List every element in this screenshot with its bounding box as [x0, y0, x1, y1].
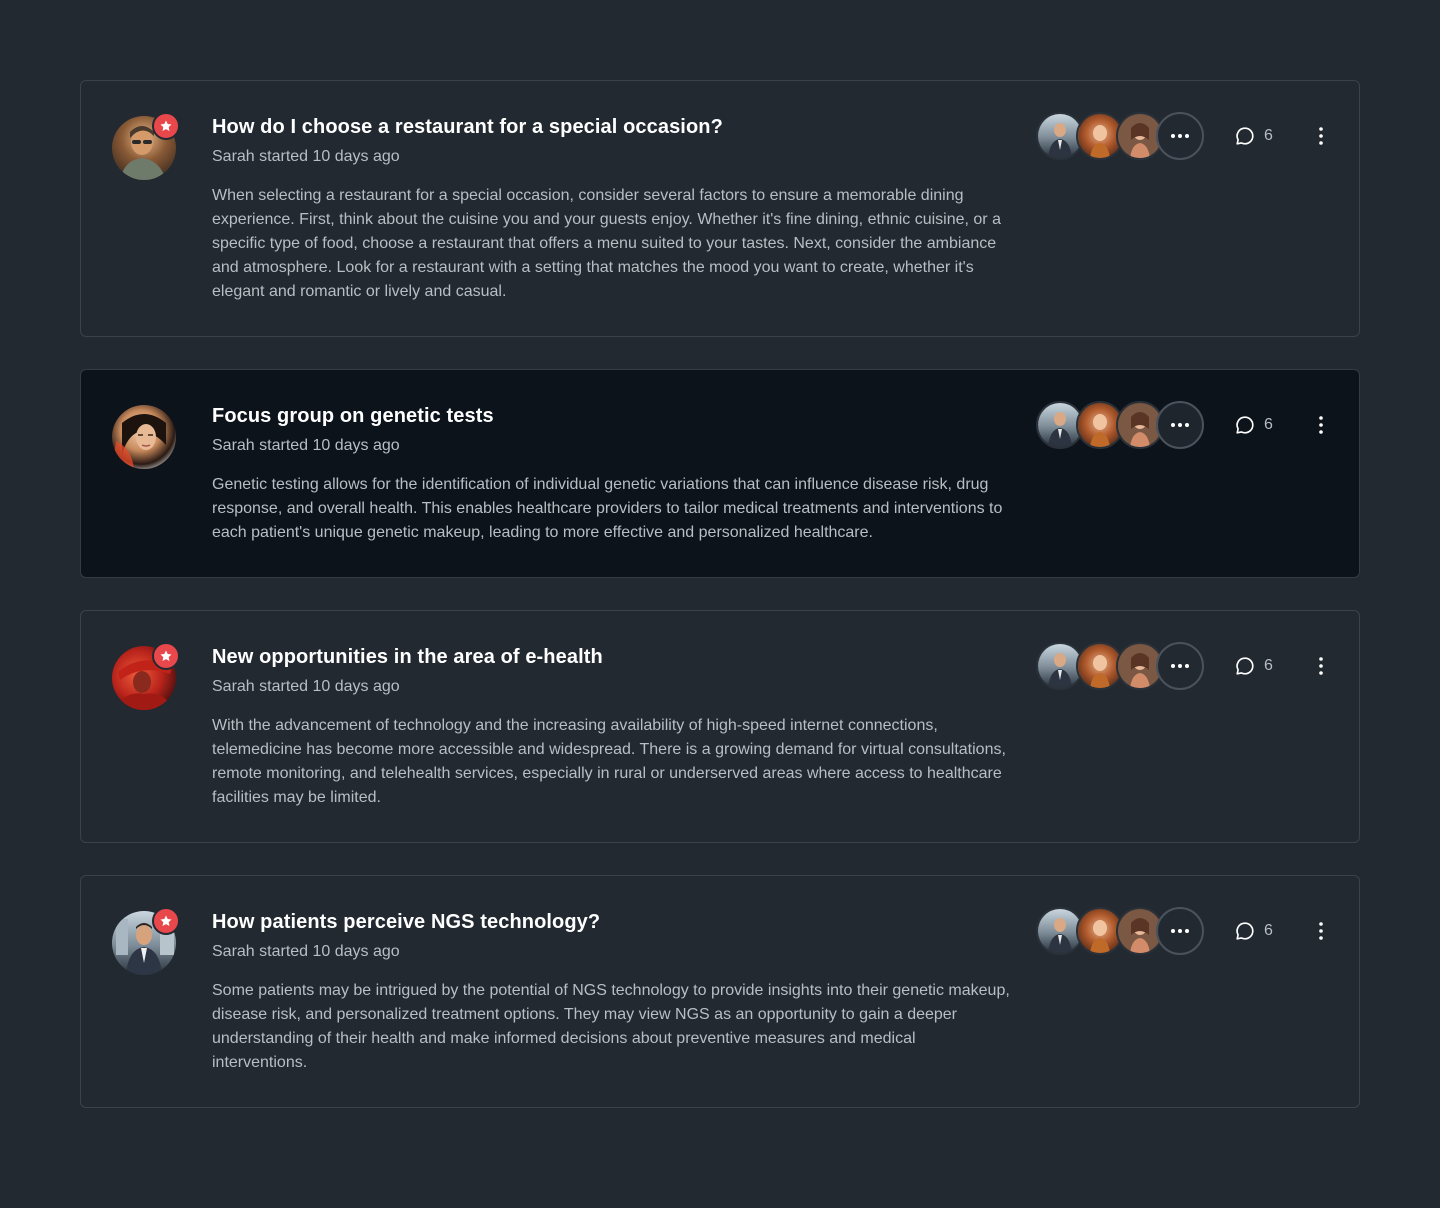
comment-count-label: 6 — [1264, 416, 1273, 433]
participant-stack[interactable] — [1036, 907, 1204, 955]
post-meta: Sarah started 10 days ago — [212, 678, 400, 695]
card-content: New opportunities in the area of e-healt… — [212, 643, 1012, 810]
discussion-card[interactable]: How do I choose a restaurant for a speci… — [80, 80, 1360, 337]
author-avatar-wrap — [112, 907, 180, 975]
post-title[interactable]: How do I choose a restaurant for a speci… — [212, 113, 1012, 141]
comment-count[interactable]: 6 — [1234, 655, 1273, 677]
participant-stack[interactable] — [1036, 112, 1204, 160]
card-content: How do I choose a restaurant for a speci… — [212, 113, 1012, 304]
discussion-feed: How do I choose a restaurant for a speci… — [80, 80, 1360, 1140]
comment-count[interactable]: 6 — [1234, 920, 1273, 942]
more-participants-button[interactable] — [1156, 642, 1204, 690]
speech-bubble-icon — [1236, 922, 1254, 940]
card-actions: 6 — [1036, 112, 1331, 160]
post-body: With the advancement of technology and t… — [212, 717, 1006, 806]
speech-bubble-icon — [1236, 416, 1254, 434]
avatar[interactable] — [112, 405, 176, 469]
vertical-dots-icon[interactable] — [1311, 919, 1331, 943]
post-title[interactable]: How patients perceive NGS technology? — [212, 908, 1012, 936]
participant-stack[interactable] — [1036, 401, 1204, 449]
discussion-card[interactable]: How patients perceive NGS technology? Sa… — [80, 875, 1360, 1108]
post-meta: Sarah started 10 days ago — [212, 437, 400, 454]
more-participants-button[interactable] — [1156, 401, 1204, 449]
comment-count-label: 6 — [1264, 657, 1273, 674]
vertical-dots-icon[interactable] — [1311, 654, 1331, 678]
card-actions: 6 — [1036, 907, 1331, 955]
more-participants-button[interactable] — [1156, 907, 1204, 955]
speech-bubble-icon — [1236, 657, 1254, 675]
vertical-dots-icon[interactable] — [1311, 124, 1331, 148]
more-participants-button[interactable] — [1156, 112, 1204, 160]
discussion-card[interactable]: New opportunities in the area of e-healt… — [80, 610, 1360, 843]
post-title[interactable]: New opportunities in the area of e-healt… — [212, 643, 1012, 671]
speech-bubble-icon — [1236, 127, 1254, 145]
star-icon — [152, 112, 180, 140]
post-body: Some patients may be intrigued by the po… — [212, 982, 1010, 1071]
post-meta: Sarah started 10 days ago — [212, 943, 400, 960]
star-icon — [152, 642, 180, 670]
author-avatar-wrap — [112, 405, 176, 469]
card-actions: 6 — [1036, 642, 1331, 690]
post-body: Genetic testing allows for the identific… — [212, 476, 1003, 541]
comment-count[interactable]: 6 — [1234, 414, 1273, 436]
post-title[interactable]: Focus group on genetic tests — [212, 402, 1012, 430]
star-icon — [152, 907, 180, 935]
card-actions: 6 — [1036, 401, 1331, 449]
author-avatar-wrap — [112, 112, 180, 180]
vertical-dots-icon[interactable] — [1311, 413, 1331, 437]
post-body: When selecting a restaurant for a specia… — [212, 187, 1001, 300]
post-meta: Sarah started 10 days ago — [212, 148, 400, 165]
card-content: How patients perceive NGS technology? Sa… — [212, 908, 1012, 1075]
author-avatar-wrap — [112, 642, 180, 710]
comment-count-label: 6 — [1264, 922, 1273, 939]
discussion-card[interactable]: Focus group on genetic tests Sarah start… — [80, 369, 1360, 578]
participant-stack[interactable] — [1036, 642, 1204, 690]
card-content: Focus group on genetic tests Sarah start… — [212, 402, 1012, 545]
comment-count-label: 6 — [1264, 127, 1273, 144]
comment-count[interactable]: 6 — [1234, 125, 1273, 147]
